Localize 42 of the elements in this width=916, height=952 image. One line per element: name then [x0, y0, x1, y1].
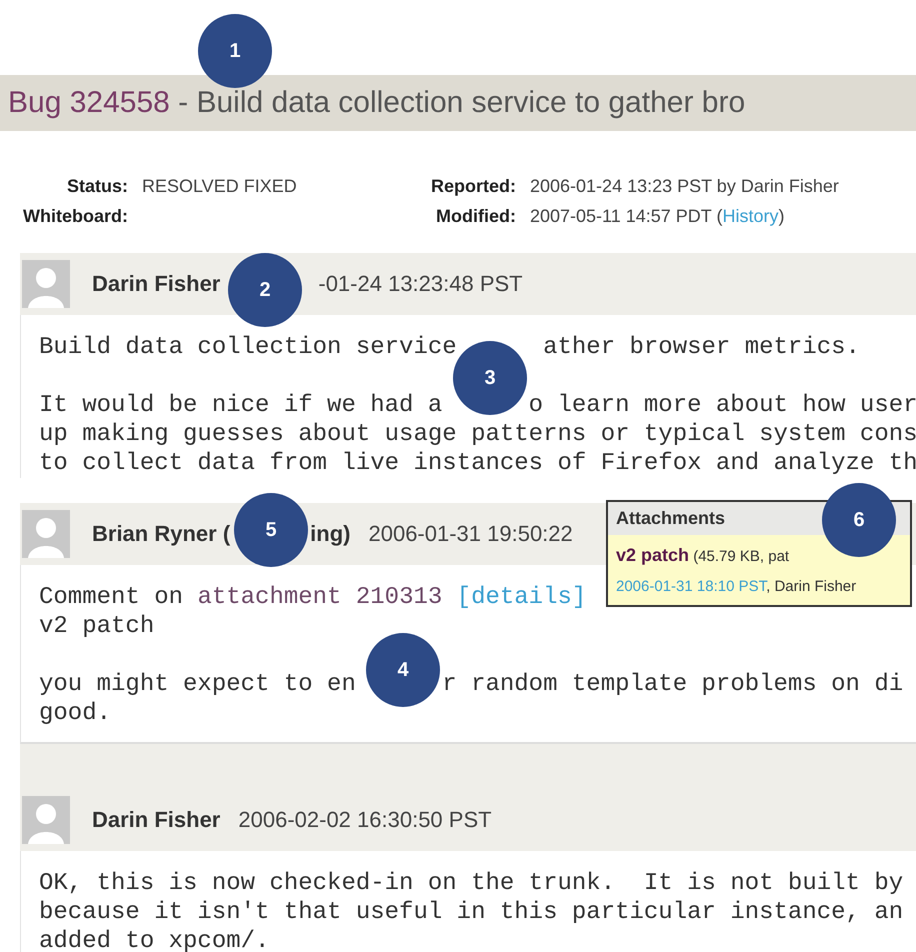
comment-date: -01-24 13:23:48 PST: [318, 271, 523, 297]
comment-text: Comment on: [39, 584, 184, 611]
author-name: Darin Fisher: [92, 807, 220, 833]
author-name: Brian Ryner (: [92, 521, 230, 547]
callout-number: 4: [366, 633, 440, 707]
attachment-name[interactable]: v2 patch: [616, 545, 690, 565]
history-link[interactable]: History: [722, 206, 778, 226]
attachment-date-link[interactable]: 2006-01-31 18:10 PST: [616, 578, 766, 595]
details-link[interactable]: [details]: [456, 584, 586, 611]
bug-id-link[interactable]: Bug 324558: [8, 86, 170, 119]
comment-text: r random template problems on di: [442, 671, 904, 698]
comment-text: o learn more about how user: [528, 392, 916, 419]
field-value: 2006-01-24 13:23 PST by Darin Fisher: [530, 176, 839, 196]
avatar-icon: [22, 796, 70, 844]
author-name: ing): [310, 521, 350, 547]
comment-text: to collect data from live instances of Firefox and analyze th: [39, 450, 916, 477]
attachment-size: (45.79 KB, pat: [693, 548, 790, 565]
attachment-author: , Darin Fisher: [766, 578, 856, 595]
field-label: Modified:: [435, 205, 516, 228]
comment-text: It would be nice if we had a: [39, 392, 442, 419]
comment-text: because it isn't that useful in this particular instance, an: [39, 899, 904, 926]
comment-text: ather browser metrics.: [543, 334, 860, 361]
field-value: RESOLVED FIXED: [142, 176, 297, 196]
comment-text: added to xpcom/.: [39, 928, 270, 952]
bug-summary: - Build data collection service to gather bro: [177, 86, 746, 119]
comment-text: you might expect to en: [39, 671, 356, 698]
comment-text: OK, this is now checked-in on the trunk. It is not built by: [39, 870, 904, 897]
attachment-link[interactable]: attachment 210313: [197, 584, 442, 611]
field-label: Reported:: [430, 175, 516, 198]
avatar-icon: [22, 260, 70, 308]
comment-date: 2006-01-31 19:50:22: [368, 521, 573, 547]
field-value: ): [778, 206, 784, 226]
avatar-icon: [22, 510, 70, 558]
comment-text: up making guesses about usage patterns or typical system cons: [39, 421, 916, 448]
field-value: 2007-05-11 14:57 PDT (: [530, 206, 722, 226]
comment-text: v2 patch: [39, 613, 154, 640]
field-label: Whiteboard:: [22, 205, 128, 228]
comment-text: good.: [39, 700, 112, 727]
field-label: Status:: [66, 175, 128, 198]
callout-number: 1: [198, 14, 272, 88]
comment-date: 2006-02-02 16:30:50 PST: [238, 807, 492, 833]
author-name: Darin Fisher: [92, 271, 220, 297]
